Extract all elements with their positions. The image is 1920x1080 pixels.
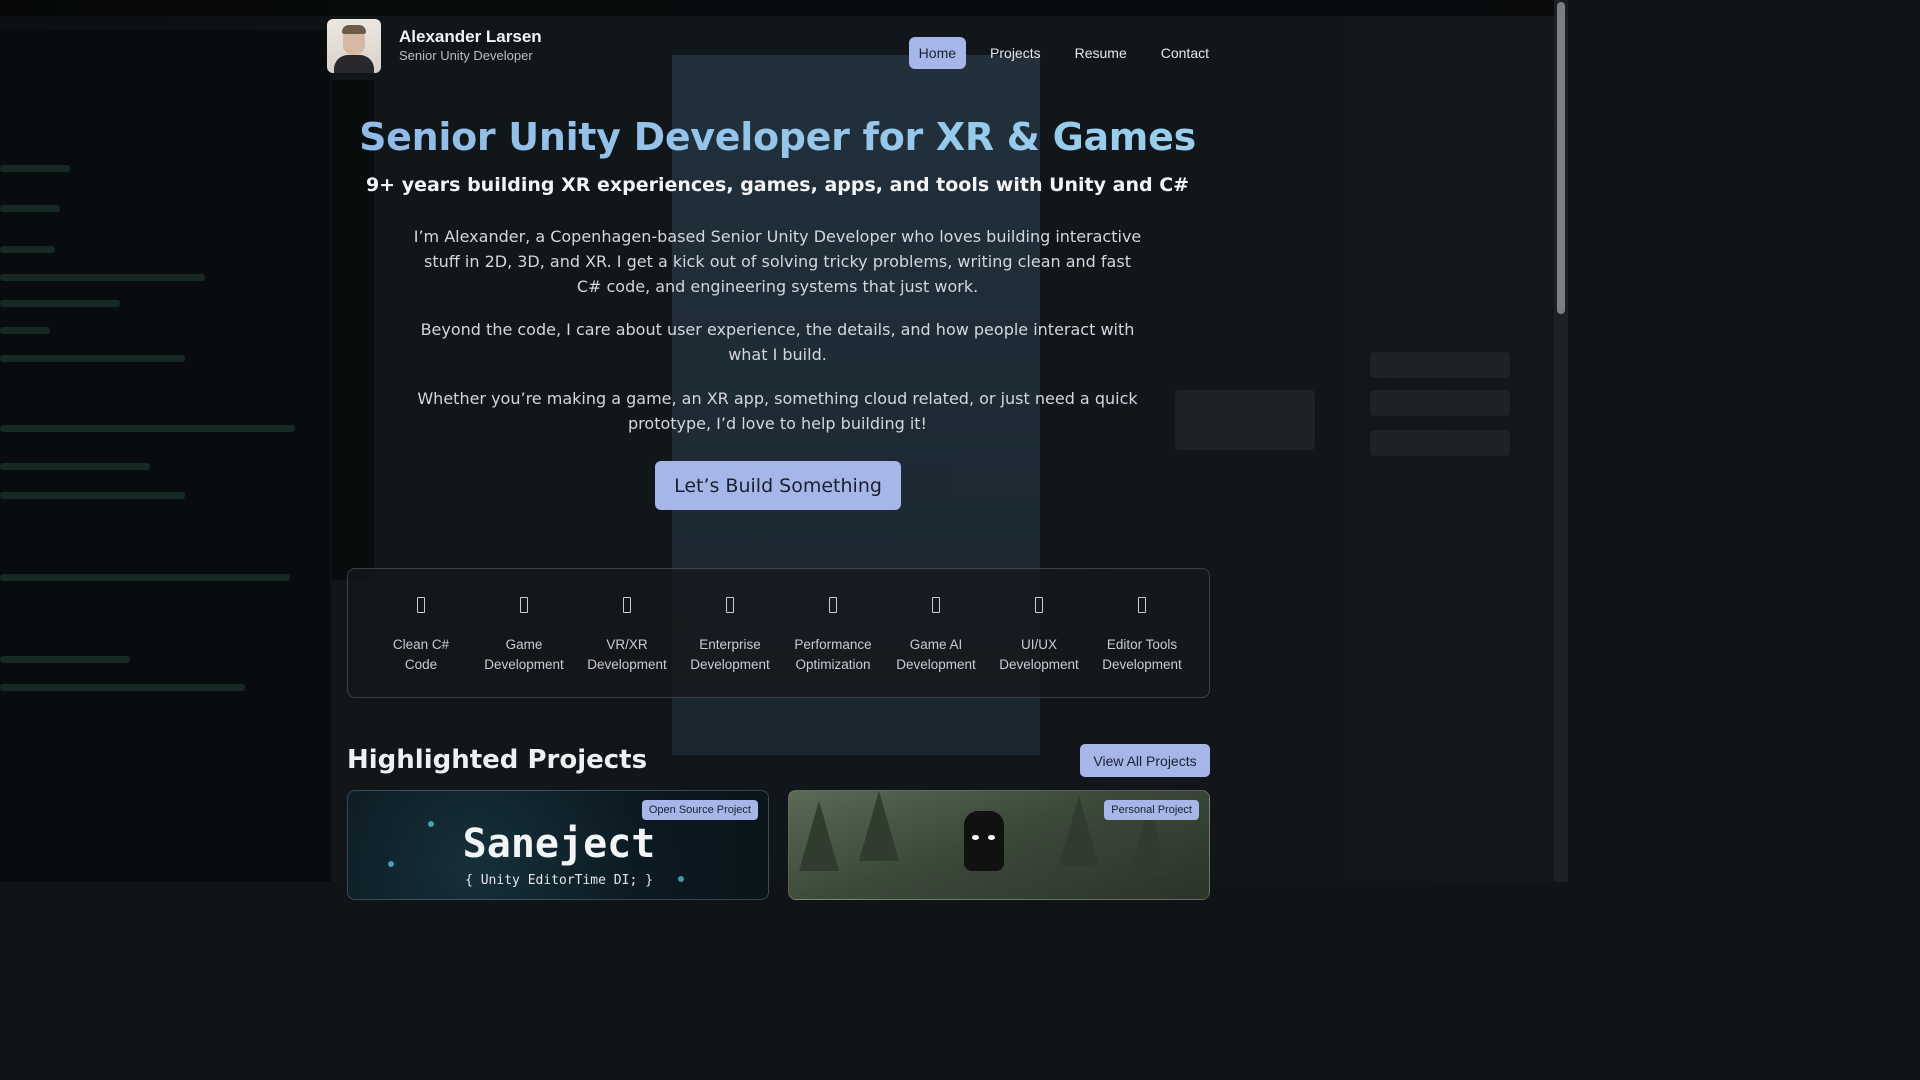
skill-performance-optimization: Performance Optimization [788, 569, 878, 697]
project-title: Saneject [462, 821, 656, 867]
background-code-line [0, 574, 290, 581]
background-inspector-panel [1175, 390, 1315, 450]
hero-intro-paragraph: I’m Alexander, a Copenhagen-based Senior… [413, 227, 1142, 296]
lets-build-something-button[interactable]: Let’s Build Something [655, 461, 901, 510]
hero-subtitle: 9+ years building XR experiences, games,… [365, 174, 1190, 196]
creature-eye [972, 835, 979, 840]
background-code-line [0, 355, 185, 362]
layout-icon [1035, 597, 1043, 613]
background-code-line [0, 300, 120, 307]
skill-label: Editor Tools Development [1102, 637, 1182, 672]
decorative-tree [799, 801, 839, 871]
background-code-line [0, 327, 50, 334]
nav-resume-link[interactable]: Resume [1065, 37, 1137, 69]
hero-title: Senior Unity Developer for XR & Games [0, 115, 1555, 159]
hero-ux-paragraph: Beyond the code, I care about user exper… [420, 320, 1135, 364]
skill-label: UI/UX Development [999, 637, 1079, 672]
nav-home-link[interactable]: Home [908, 37, 967, 69]
background-code-line [0, 205, 60, 212]
gauge-icon [829, 597, 837, 613]
skill-ui-ux-development: UI/UX Development [994, 569, 1084, 697]
site-header: Alexander Larsen Senior Unity Developer … [327, 19, 1219, 73]
avatar-hair [342, 25, 366, 34]
skill-label: Performance Optimization [794, 637, 872, 672]
nav-projects-link[interactable]: Projects [980, 37, 1051, 69]
creature-eye [988, 835, 995, 840]
view-all-projects-button[interactable]: View All Projects [1080, 744, 1210, 777]
skill-game-development: Game Development [479, 569, 569, 697]
scrollbar-thumb[interactable] [1557, 2, 1565, 314]
project-subtitle: { Unity EditorTime DI; } [465, 873, 653, 888]
skill-label: Enterprise Development [690, 637, 770, 672]
avatar-body [334, 55, 374, 73]
brain-icon [932, 597, 940, 613]
gamepad-icon [520, 597, 528, 613]
skill-vr-xr-development: VR/XR Development [582, 569, 672, 697]
skill-game-ai-development: Game AI Development [891, 569, 981, 697]
hero-invite-paragraph: Whether you’re making a game, an XR app,… [417, 389, 1138, 433]
highlighted-projects-heading: Highlighted Projects [347, 745, 648, 775]
background-code-line [0, 246, 55, 253]
project-type-badge: Personal Project [1104, 800, 1199, 820]
project-thumbnail-creature [964, 811, 1004, 871]
skill-clean-csharp: Clean C# Code [376, 569, 466, 697]
skill-label: Game AI Development [896, 637, 976, 672]
project-card-saneject[interactable]: Open Source Project Saneject { Unity Edi… [347, 790, 769, 900]
decorative-tree [859, 791, 899, 861]
site-owner-name: Alexander Larsen [399, 27, 542, 46]
background-code-line [0, 684, 245, 691]
page-scrollbar[interactable] [1554, 0, 1568, 882]
skills-panel: Clean C# Code Game Development VR/XR Dev… [347, 568, 1210, 698]
building-icon [726, 597, 734, 613]
project-type-badge: Open Source Project [641, 800, 758, 820]
code-icon [417, 597, 425, 613]
background-inspector-card [1370, 430, 1510, 456]
main-nav: Home Projects Resume Contact [899, 37, 1219, 69]
background-code-line [0, 463, 150, 470]
skill-label: Game Development [484, 637, 564, 672]
skill-label: VR/XR Development [587, 637, 667, 672]
vr-headset-icon [623, 597, 631, 613]
skill-editor-tools-development: Editor Tools Development [1097, 569, 1187, 697]
tools-icon [1138, 597, 1146, 613]
nav-contact-link[interactable]: Contact [1151, 37, 1219, 69]
avatar [327, 19, 381, 73]
project-card-personal[interactable]: Personal Project [788, 790, 1210, 900]
skill-enterprise-development: Enterprise Development [685, 569, 775, 697]
background-code-line [0, 425, 295, 432]
decorative-tree [1059, 796, 1099, 866]
background-topbar [0, 0, 1568, 16]
site-owner-role: Senior Unity Developer [399, 48, 533, 63]
background-code-line [0, 274, 205, 281]
skill-label: Clean C# Code [392, 637, 450, 672]
background-code-line [0, 656, 130, 663]
background-inspector-card [1370, 390, 1510, 416]
background-code-line [0, 165, 70, 172]
background-code-line [0, 492, 185, 499]
background-inspector-card [1370, 352, 1510, 378]
